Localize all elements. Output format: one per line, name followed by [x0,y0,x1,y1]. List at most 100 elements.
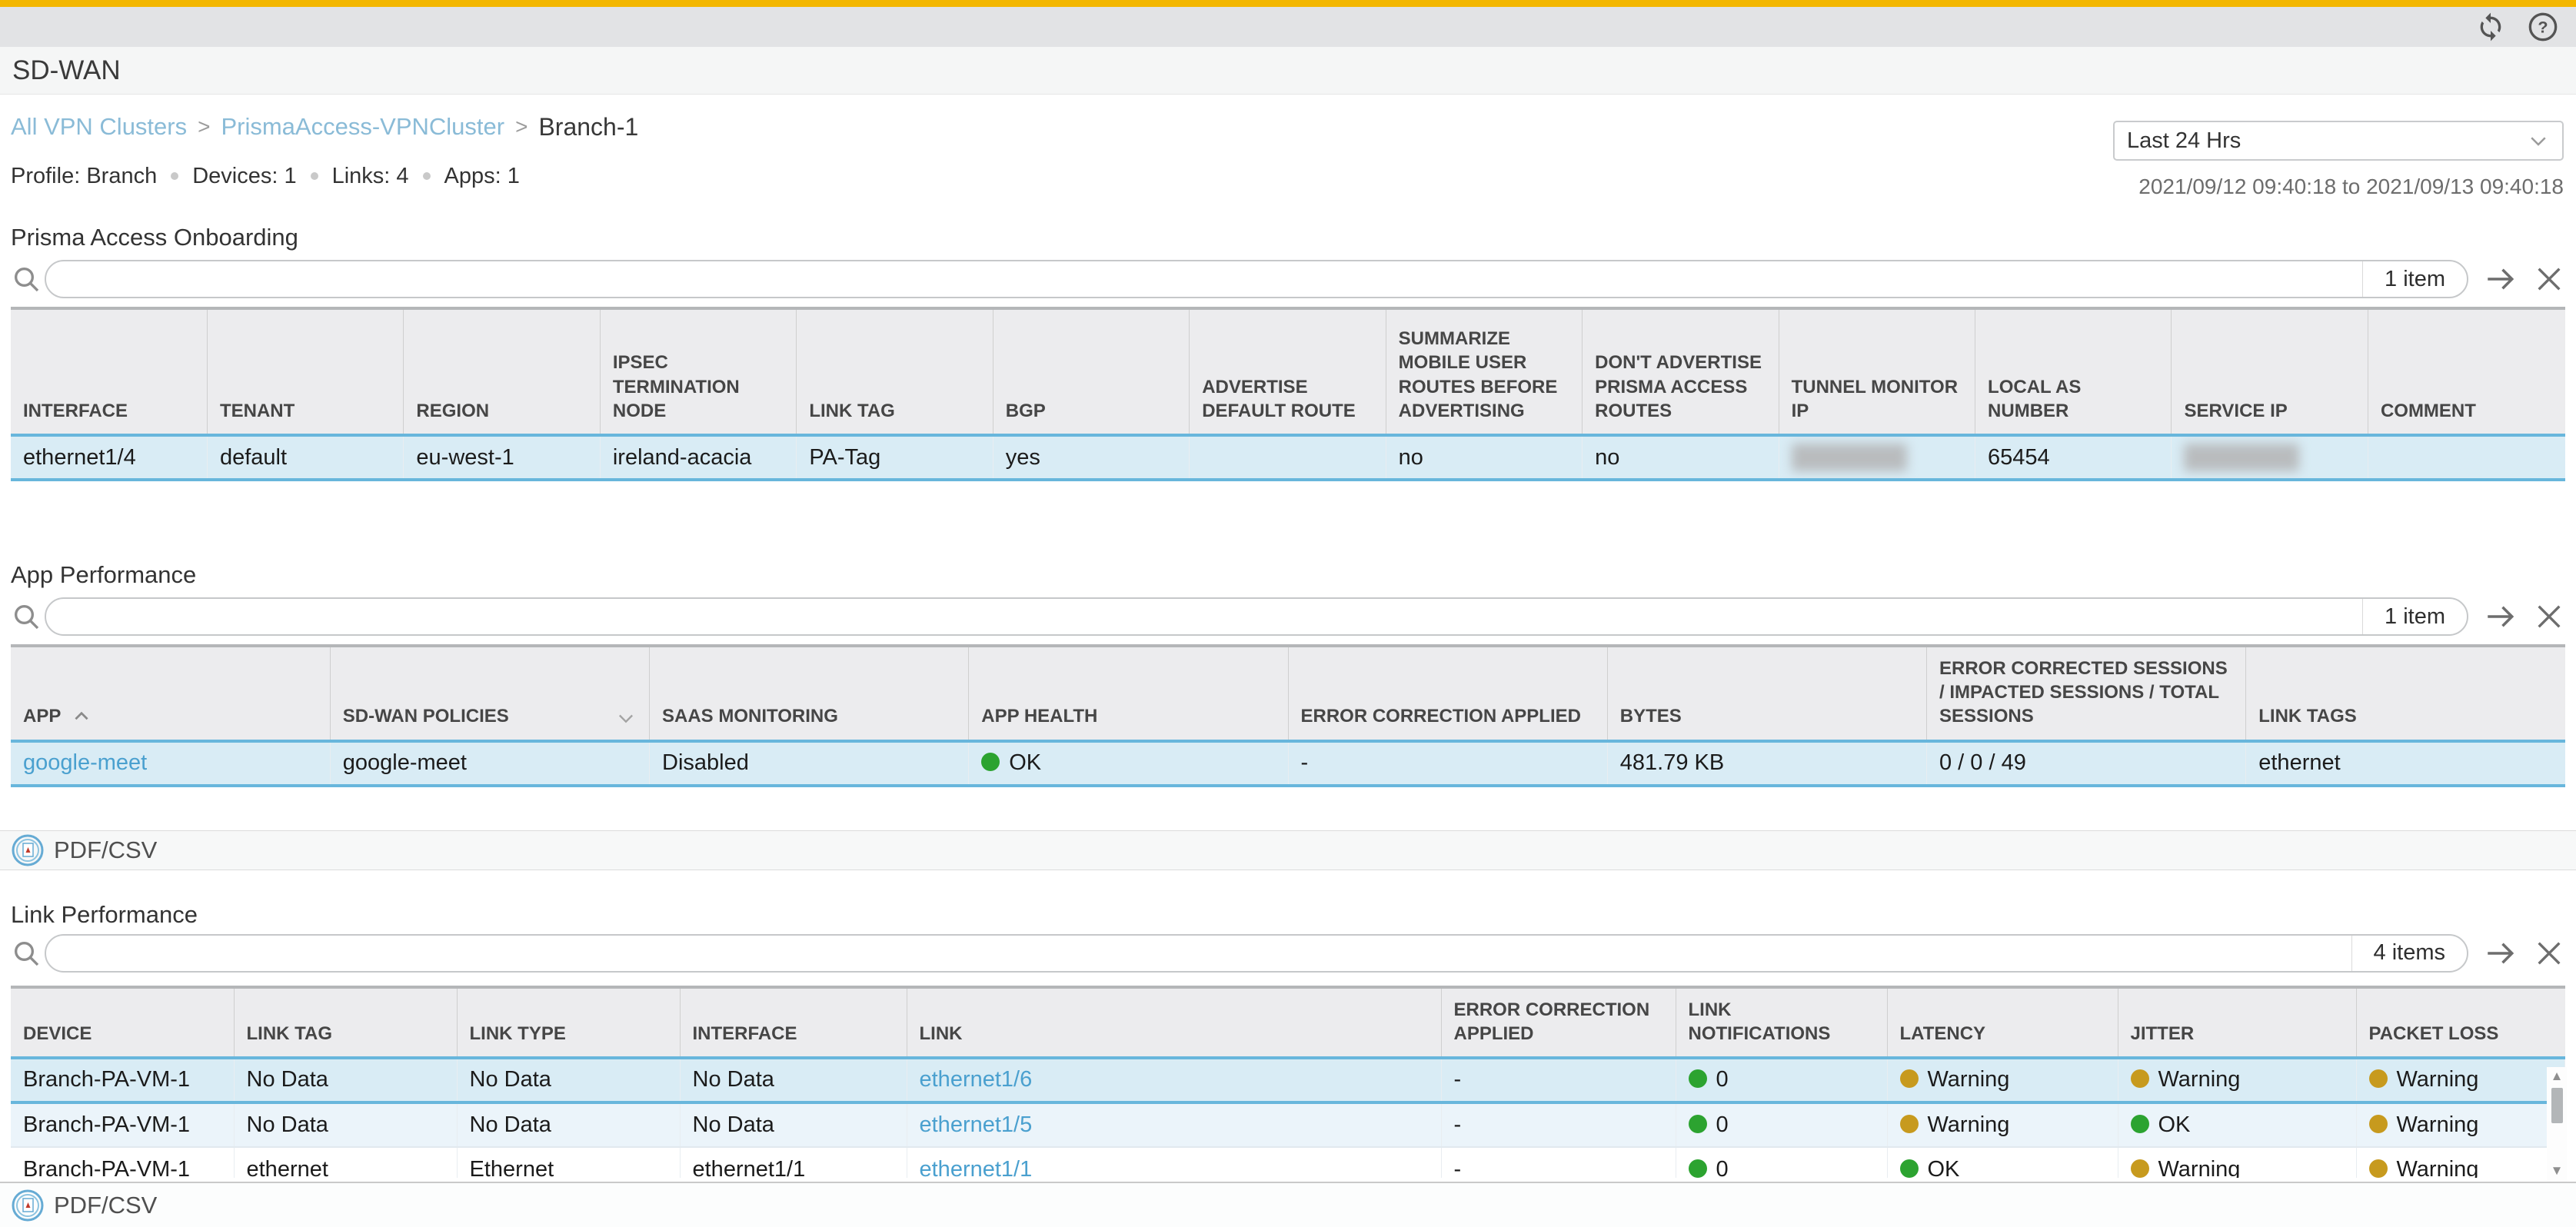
column-header-app[interactable]: APP [11,646,330,741]
column-header[interactable]: ERROR CORRECTION APPLIED [1288,646,1607,741]
refresh-icon[interactable] [2474,11,2507,43]
cell-dont-advertise: no [1583,435,1779,480]
table-row[interactable]: ethernet1/4 default eu-west-1 ireland-ac… [11,435,2565,480]
time-range-dropdown[interactable]: Last 24 Hrs [2113,121,2564,161]
pdf-csv-button[interactable]: PDF/CSV [11,1189,157,1222]
column-header[interactable]: TUNNEL MONITOR IP [1779,308,1975,435]
top-accent-bar [0,0,2576,7]
column-header[interactable]: BYTES [1607,646,1926,741]
scroll-down-arrow-icon[interactable]: ▼ [2551,1162,2564,1179]
link-performance-table-header: DEVICE LINK TAG LINK TYPE INTERFACE LINK… [11,986,2565,1056]
table-row[interactable]: Branch-PA-VM-1 ethernet Ethernet etherne… [11,1147,2565,1178]
column-header[interactable]: LINK TYPE [457,987,680,1056]
link-interface-link[interactable]: ethernet1/1 [920,1157,1033,1178]
column-header[interactable]: ERROR CORRECTION APPLIED [1441,987,1676,1056]
column-header[interactable]: LINK [907,987,1441,1056]
breadcrumb-separator: > [515,115,528,139]
apply-filter-arrow-icon[interactable] [2484,600,2516,633]
cell-sessions: 0 / 0 / 49 [1927,741,2246,786]
apply-filter-arrow-icon[interactable] [2484,263,2516,295]
column-header[interactable]: DON'T ADVERTISE PRISMA ACCESS ROUTES [1583,308,1779,435]
column-header[interactable]: PACKET LOSS [2356,987,2565,1056]
scroll-up-arrow-icon[interactable]: ▲ [2551,1067,2564,1085]
section-title-link-performance: Link Performance [11,899,2565,930]
page-title: SD-WAN [12,55,121,86]
breadcrumb-vpn-cluster[interactable]: PrismaAccess-VPNCluster [221,113,504,141]
status-dot-ok [1689,1115,1707,1133]
column-header[interactable]: IPSEC TERMINATION NODE [600,308,796,435]
cell-error-correction: - [1441,1058,1676,1102]
onboarding-search-row: 1 item [11,259,2565,299]
separator-dot [171,172,178,180]
status-dot-ok [1900,1159,1919,1178]
app-link[interactable]: google-meet [23,750,147,775]
scrollbar-thumb[interactable] [2551,1088,2563,1123]
column-header[interactable]: LOCAL AS NUMBER [1975,308,2172,435]
cell-link-type: Ethernet [457,1147,680,1178]
column-header[interactable]: COMMENT [2368,308,2565,435]
column-header[interactable]: SAAS MONITORING [650,646,969,741]
chevron-down-icon[interactable] [615,707,637,729]
column-header[interactable]: ERROR CORRECTED SESSIONS / IMPACTED SESS… [1927,646,2246,741]
clear-filter-close-icon[interactable] [2533,937,2565,969]
search-icon [11,938,42,969]
status-dot-warning [2131,1069,2149,1088]
help-icon[interactable]: ? [2527,11,2559,43]
table-row[interactable]: Branch-PA-VM-1 No Data No Data No Data e… [11,1102,2565,1147]
column-header[interactable]: LINK TAGS [2246,646,2565,741]
cell-link-tag: No Data [234,1102,457,1147]
column-header[interactable]: SUMMARIZE MOBILE USER ROUTES BEFORE ADVE… [1386,308,1582,435]
app-search-pill: 1 item [45,597,2468,636]
chevron-down-icon [2527,129,2550,152]
search-input[interactable] [46,936,2351,971]
column-header[interactable]: INTERFACE [11,308,207,435]
vertical-scrollbar[interactable]: ▲ ▼ [2547,1067,2567,1184]
summary-apps: Apps: 1 [444,164,520,189]
breadcrumb-all-vpn-clusters[interactable]: All VPN Clusters [11,113,187,141]
clear-filter-close-icon[interactable] [2533,600,2565,633]
link-performance-table-container: DEVICE LINK TAG LINK TYPE INTERFACE LINK… [11,986,2565,1178]
column-header[interactable]: LINK TAG [797,308,993,435]
link-interface-link[interactable]: ethernet1/6 [920,1067,1033,1092]
column-header[interactable]: LATENCY [1887,987,2118,1056]
status-dot-warning [1900,1115,1919,1133]
status-dot-ok [2131,1115,2149,1133]
table-row[interactable]: Branch-PA-VM-1 No Data No Data No Data e… [11,1058,2565,1102]
column-header[interactable]: LINK NOTIFICATIONS [1676,987,1887,1056]
search-input[interactable] [46,261,2362,297]
clear-filter-close-icon[interactable] [2533,263,2565,295]
cell-link-notifications: 0 [1676,1058,1887,1102]
separator-dot [423,172,431,180]
search-input[interactable] [46,599,2362,634]
column-header[interactable]: DEVICE [11,987,234,1056]
cell-saas-monitoring: Disabled [650,741,969,786]
link-interface-link[interactable]: ethernet1/5 [920,1112,1033,1137]
section-title-app-performance: App Performance [11,560,2565,590]
column-header[interactable]: BGP [993,308,1189,435]
cell-latency: Warning [1887,1102,2118,1147]
onboarding-search-pill: 1 item [45,260,2468,298]
cell-link-tag: PA-Tag [797,435,993,480]
cell-interface: No Data [680,1058,907,1102]
column-header[interactable]: INTERFACE [680,987,907,1056]
column-header[interactable]: REGION [404,308,600,435]
status-dot-ok [1689,1159,1707,1178]
table-row[interactable]: google-meet google-meet Disabled OK - 48… [11,741,2565,786]
column-header[interactable]: APP HEALTH [969,646,1288,741]
column-header[interactable]: SERVICE IP [2172,308,2368,435]
pdf-csv-button[interactable]: PDF/CSV [11,833,157,867]
search-icon [11,264,42,294]
link-performance-table-body: Branch-PA-VM-1 No Data No Data No Data e… [11,1056,2565,1178]
cell-bytes: 481.79 KB [1607,741,1926,786]
column-header[interactable]: LINK TAG [234,987,457,1056]
column-header[interactable]: JITTER [2118,987,2356,1056]
cell-packet-loss: Warning [2356,1147,2565,1178]
column-header[interactable]: ADVERTISE DEFAULT ROUTE [1190,308,1386,435]
cell-error-correction: - [1288,741,1607,786]
apply-filter-arrow-icon[interactable] [2484,937,2516,969]
link-search-pill: 4 items [45,934,2468,973]
item-count-badge: 4 items [2351,936,2467,971]
item-count-badge: 1 item [2362,261,2467,297]
column-header-sdwan-policies[interactable]: SD-WAN POLICIES [330,646,649,741]
column-header[interactable]: TENANT [207,308,403,435]
